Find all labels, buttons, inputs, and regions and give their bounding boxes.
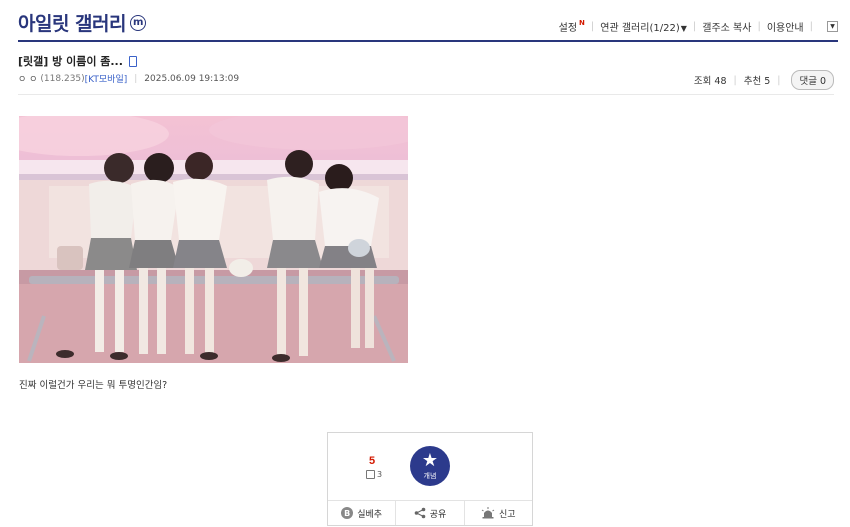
view-count: 조회 48 bbox=[693, 76, 727, 87]
divider: | bbox=[809, 21, 813, 32]
b-icon: B bbox=[341, 507, 354, 519]
minor-gallery-badge-icon: m bbox=[130, 14, 146, 31]
author-name[interactable]: ㅇ ㅇ bbox=[18, 72, 37, 85]
meta-rule bbox=[18, 94, 834, 95]
post-title: [릿갤] 방 이름이 좀... bbox=[18, 53, 137, 69]
post-image-illustration bbox=[19, 116, 408, 363]
mobile-icon bbox=[128, 55, 137, 67]
reply-count-button[interactable]: 댓글 0 bbox=[791, 70, 834, 90]
gallery-name[interactable]: 아일릿 갤러리 bbox=[18, 9, 127, 36]
fixed-vote-number: 3 bbox=[377, 470, 383, 479]
upvote-button[interactable]: ★ 개념 bbox=[410, 446, 450, 486]
recommend-count: 추천 5 bbox=[743, 76, 771, 87]
star-icon: ★ bbox=[421, 449, 439, 471]
top-links: 설정 N | 연관 갤러리(1/22)▼ | 갤주소 복사 | 이용안내 | ▼ bbox=[559, 19, 838, 34]
related-galleries-link[interactable]: 연관 갤러리(1/22)▼ bbox=[600, 19, 687, 34]
post-stats: 조회 48 | 추천 5 | 댓글 0 bbox=[694, 70, 834, 90]
divider: | bbox=[590, 21, 595, 32]
divider: | bbox=[777, 74, 781, 86]
settings-link[interactable]: 설정 N bbox=[559, 19, 585, 34]
author-ip: (118.235) bbox=[40, 73, 85, 84]
chevron-down-icon: ▼ bbox=[680, 24, 687, 33]
vote-actions: B 실베추 공유 신고 bbox=[328, 500, 532, 525]
report-button[interactable]: 신고 bbox=[465, 501, 532, 525]
fixed-nick-icon bbox=[366, 470, 375, 479]
siren-icon bbox=[481, 507, 495, 519]
post-image[interactable] bbox=[19, 116, 408, 363]
divider: | bbox=[733, 74, 737, 86]
upvote-label: 개념 bbox=[423, 471, 437, 480]
share-label: 공유 bbox=[429, 509, 447, 520]
copy-address-link[interactable]: 갤주소 복사 bbox=[702, 19, 751, 34]
post-title-text: [릿갤] 방 이름이 좀... bbox=[18, 55, 123, 68]
divider: | bbox=[692, 21, 697, 32]
divider: | bbox=[134, 73, 138, 84]
down-vote-label: 실베추 bbox=[357, 509, 383, 520]
header-rule bbox=[18, 40, 838, 42]
post-body-text: 진짜 이럴건가 우리는 뭐 투명인간임? bbox=[19, 380, 168, 391]
carrier-tag: [KT모바일] bbox=[84, 75, 128, 85]
share-icon bbox=[414, 507, 426, 519]
share-button[interactable]: 공유 bbox=[396, 501, 465, 525]
post-meta: ㅇ ㅇ (118.235) [KT모바일] | 2025.06.09 19:13… bbox=[18, 72, 240, 86]
gallery-title[interactable]: 아일릿 갤러리 m bbox=[18, 9, 146, 36]
vote-box: 5 3 ★ 개념 B 실베추 공유 신고 bbox=[327, 432, 533, 526]
post-datetime: 2025.06.09 19:13:09 bbox=[144, 73, 240, 84]
report-label: 신고 bbox=[499, 509, 516, 520]
down-vote-button[interactable]: B 실베추 bbox=[328, 501, 397, 525]
vote-count: 5 bbox=[369, 455, 376, 467]
usage-guide-link[interactable]: 이용안내 bbox=[767, 19, 804, 34]
expand-toggle-icon[interactable]: ▼ bbox=[827, 21, 838, 32]
divider: | bbox=[757, 21, 761, 32]
new-badge: N bbox=[579, 19, 585, 27]
fixed-vote-count: 3 bbox=[366, 470, 382, 479]
